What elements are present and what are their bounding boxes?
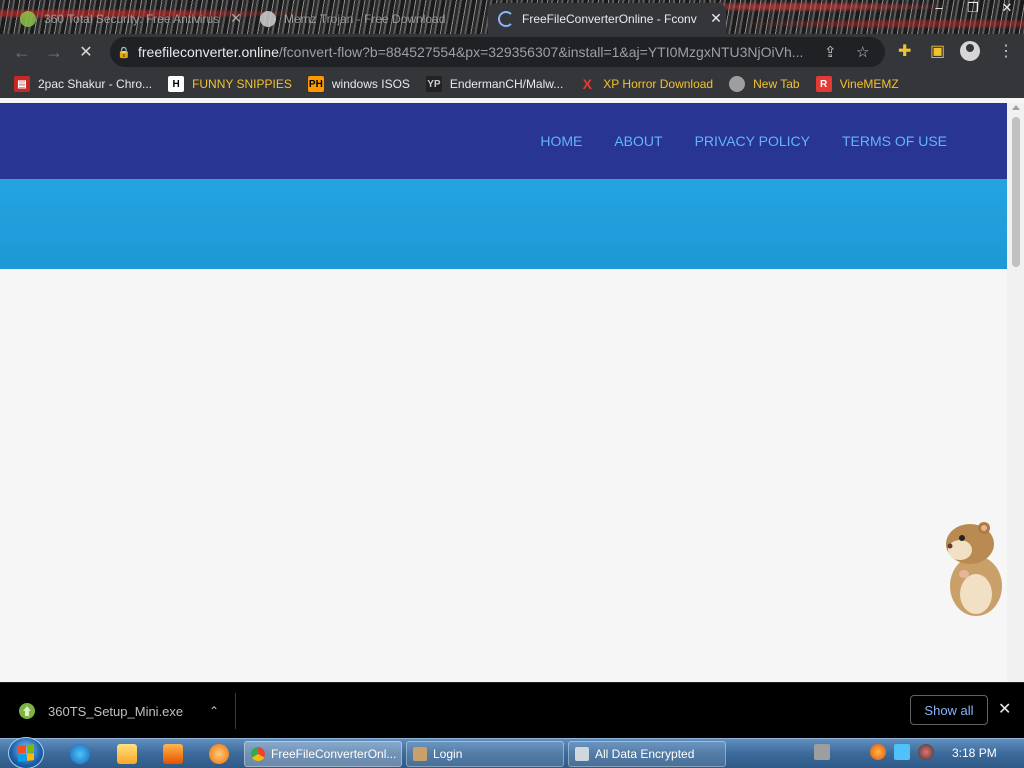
download-file-name: 360TS_Setup_Mini.exe: [48, 703, 184, 719]
close-tab-icon[interactable]: ✕: [706, 10, 726, 27]
side-panel-icon[interactable]: ▣: [930, 41, 945, 61]
bookmark-label: XP Horror Download: [603, 77, 714, 91]
site-nav: HOME ABOUT PRIVACY POLICY TERMS OF USE: [508, 103, 947, 179]
bookmark-label: 2pac Shakur - Chro...: [38, 77, 153, 91]
bookmark-xp-horror[interactable]: X XP Horror Download: [579, 76, 714, 92]
bookmark-funny-snippies[interactable]: H FUNNY SNIPPIES: [168, 76, 292, 92]
app-shortcut-icon[interactable]: [209, 744, 229, 764]
nav-terms-of-use-link[interactable]: TERMS OF USE: [842, 133, 947, 149]
github-icon: [260, 10, 276, 27]
network-icon[interactable]: [894, 744, 910, 760]
page-scrollbar[interactable]: [1007, 103, 1024, 682]
share-icon[interactable]: ⇪: [824, 43, 837, 61]
maximize-button[interactable]: ❐: [956, 0, 990, 18]
system-tray: [814, 744, 942, 760]
bookmark-windows-isos[interactable]: PH windows ISOS: [307, 76, 410, 92]
hero-banner: [0, 179, 1007, 269]
bookmark-label: FUNNY SNIPPIES: [192, 77, 292, 91]
taskbar-button-label: FreeFileConverterOnl...: [271, 747, 397, 761]
bookmark-label: VineMEMZ: [839, 77, 899, 91]
bookmarks-bar: ▤ 2pac Shakur - Chro... H FUNNY SNIPPIES…: [0, 70, 1024, 98]
file-explorer-icon[interactable]: [117, 744, 137, 764]
taskbar-login-window[interactable]: Login: [406, 741, 564, 767]
close-tab-icon[interactable]: ✕: [226, 10, 246, 27]
internet-explorer-icon[interactable]: [70, 744, 90, 764]
user-icon: [413, 747, 427, 761]
taskbar-button-label: Login: [433, 747, 463, 761]
hamster-mascot-image: [946, 522, 1002, 616]
bookmark-new-tab[interactable]: New Tab: [729, 76, 800, 92]
chrome-icon: [251, 747, 265, 761]
browser-toolbar: ← → ✕ 🔒 freefileconverter.online/fconver…: [0, 34, 1024, 70]
window-icon: [575, 747, 589, 761]
bookmark-favicon-icon: ▤: [14, 76, 30, 92]
page-viewport: HOME ABOUT PRIVACY POLICY TERMS OF USE: [0, 98, 1024, 682]
search-tray-icon[interactable]: [870, 744, 886, 760]
back-arrow-icon[interactable]: ←: [6, 36, 38, 68]
installer-file-icon: [19, 703, 35, 719]
download-bar: 360TS_Setup_Mini.exe ⌃ Show all ✕: [0, 682, 1024, 738]
tab-title: 360 Total Security: Free Antivirus: [44, 11, 220, 26]
chevron-up-icon[interactable]: ⌃: [209, 704, 219, 718]
close-download-bar-icon[interactable]: ✕: [998, 699, 1011, 719]
tray-app-icon[interactable]: [814, 744, 830, 760]
nav-privacy-policy-link[interactable]: PRIVACY POLICY: [695, 133, 810, 149]
taskbar-button-label: All Data Encrypted: [595, 747, 695, 761]
nav-about-link[interactable]: ABOUT: [614, 133, 662, 149]
volume-icon[interactable]: [918, 744, 934, 760]
close-window-button[interactable]: ✕: [990, 0, 1024, 18]
profile-avatar[interactable]: [960, 41, 980, 61]
windows-logo-icon: [18, 744, 34, 762]
taskbar-chrome-window[interactable]: FreeFileConverterOnl...: [244, 741, 402, 767]
url-path: /fconvert-flow?b=884527554&px=329356307&…: [278, 44, 804, 60]
tab-freefileconverter[interactable]: FreeFileConverterOnline - Fconv ✕: [488, 3, 726, 34]
media-player-icon[interactable]: [163, 744, 183, 764]
globe-icon: [729, 76, 746, 92]
tab-360-total-security[interactable]: 360 Total Security: Free Antivirus ✕: [10, 3, 246, 34]
loading-spinner-icon: [498, 10, 514, 27]
url-text[interactable]: freefileconverter.online/fconvert-flow?b…: [138, 44, 818, 60]
nav-home-link[interactable]: HOME: [540, 133, 582, 149]
bookmark-favicon-icon: YP: [425, 76, 442, 92]
bookmark-favicon-icon: PH: [307, 76, 324, 92]
tab-title: FreeFileConverterOnline - Fconv: [522, 11, 697, 26]
extensions-puzzle-icon[interactable]: ✚: [898, 41, 911, 61]
shield-icon: [20, 10, 36, 27]
url-domain: freefileconverter.online: [138, 44, 279, 60]
bookmark-favicon-icon: H: [168, 76, 185, 92]
bookmark-2pac-shakur[interactable]: ▤ 2pac Shakur - Chro...: [14, 76, 152, 92]
tray-spacer: [838, 744, 862, 760]
window-controls: – ❐ ✕: [922, 0, 1024, 18]
menu-kebab-icon[interactable]: ⋮: [998, 41, 1014, 61]
tab-memz-trojan[interactable]: Memz Trojan - Free Download: [250, 3, 482, 34]
show-all-downloads-button[interactable]: Show all: [910, 695, 988, 725]
site-header: HOME ABOUT PRIVACY POLICY TERMS OF USE: [0, 103, 1007, 179]
tab-strip: 360 Total Security: Free Antivirus ✕ Mem…: [0, 0, 1024, 34]
bookmark-label: New Tab: [753, 77, 800, 91]
bookmark-label: EndermanCH/Malw...: [449, 77, 564, 91]
bookmark-favicon-icon: X: [582, 76, 592, 92]
address-bar[interactable]: 🔒 freefileconverter.online/fconvert-flow…: [110, 37, 885, 67]
stop-loading-icon[interactable]: ✕: [70, 36, 102, 68]
taskbar-clock[interactable]: 3:18 PM: [952, 746, 997, 760]
bookmark-star-icon[interactable]: ☆: [856, 43, 869, 61]
bookmark-label: windows ISOS: [331, 77, 410, 91]
tab-title: Memz Trojan - Free Download: [284, 11, 446, 26]
forward-arrow-icon[interactable]: →: [38, 36, 70, 68]
browser-window: { "browser": { "tabs": [ {"title": "360 …: [0, 0, 1024, 768]
bookmark-vinememz[interactable]: R VineMEMZ: [815, 76, 899, 92]
download-item[interactable]: 360TS_Setup_Mini.exe ⌃: [0, 693, 236, 729]
bookmark-favicon-icon: R: [815, 76, 832, 92]
start-button[interactable]: [8, 737, 44, 768]
scroll-up-arrow-icon[interactable]: [1012, 105, 1020, 110]
scrollbar-thumb[interactable]: [1012, 117, 1020, 267]
minimize-button[interactable]: –: [922, 0, 956, 18]
windows-taskbar: FreeFileConverterOnl... Login All Data E…: [0, 737, 1024, 768]
lock-icon[interactable]: 🔒: [110, 46, 138, 59]
bookmark-endermanch[interactable]: YP EndermanCH/Malw...: [425, 76, 564, 92]
taskbar-all-data-encrypted-window[interactable]: All Data Encrypted: [568, 741, 726, 767]
